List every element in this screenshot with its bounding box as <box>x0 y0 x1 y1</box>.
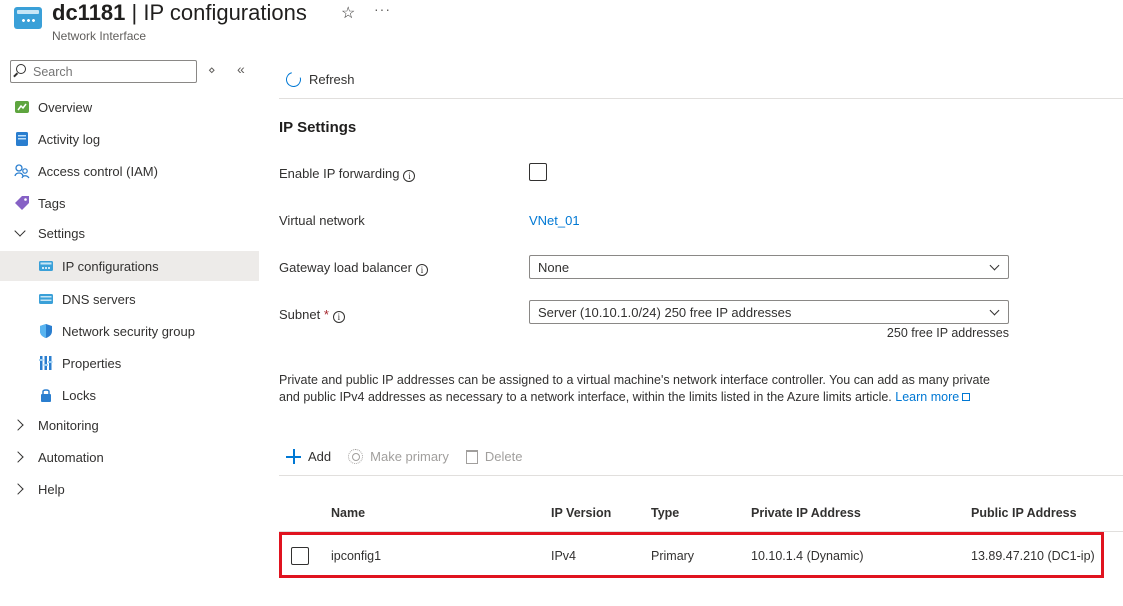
info-icon[interactable]: i <box>332 311 345 323</box>
column-header-ip-version[interactable]: IP Version <box>551 506 611 520</box>
sidebar-group-automation[interactable]: Automation <box>0 442 259 472</box>
column-header-type[interactable]: Type <box>651 506 679 520</box>
column-header-public-ip[interactable]: Public IP Address <box>971 506 1077 520</box>
actions-toolbar: Add Make primary Delete <box>286 449 539 464</box>
sidebar-item-nsg[interactable]: Network security group <box>0 316 259 346</box>
subnet-text: Subnet <box>279 307 321 322</box>
sidebar-item-ip-configurations[interactable]: IP configurations <box>0 251 259 281</box>
sidebar-item-label: DNS servers <box>62 291 136 307</box>
lock-icon <box>38 387 54 403</box>
vnet-label: Virtual network <box>279 213 365 228</box>
subnet-hint: 250 free IP addresses <box>886 326 1009 340</box>
sidebar-item-iam[interactable]: Access control (IAM) <box>0 156 259 186</box>
subnet-value: Server (10.10.1.0/24) 250 free IP addres… <box>538 305 792 320</box>
expand-collapse-icon[interactable]: ⋄ <box>208 63 216 77</box>
info-icon[interactable]: i <box>415 264 428 276</box>
gateway-lb-value: None <box>538 260 570 275</box>
sidebar-item-locks[interactable]: Locks <box>0 380 259 410</box>
refresh-button[interactable]: Refresh <box>283 69 355 90</box>
sidebar-item-properties[interactable]: Properties <box>0 348 259 378</box>
search-input[interactable] <box>33 63 193 80</box>
gear-icon <box>348 449 364 464</box>
ellipsis-icon[interactable]: ··· <box>374 1 391 17</box>
gateway-lb-dropdown[interactable]: None <box>529 255 1009 279</box>
column-header-private-ip[interactable]: Private IP Address <box>751 506 861 520</box>
subnet-dropdown[interactable]: Server (10.10.1.0/24) 250 free IP addres… <box>529 300 1009 324</box>
sidebar-item-label: Activity log <box>38 131 101 147</box>
sidebar-item-label: Properties <box>62 355 122 371</box>
trash-icon <box>465 449 478 464</box>
chevron-right-icon <box>12 483 24 495</box>
sidebar-group-settings[interactable]: Settings <box>0 218 259 248</box>
sidebar-item-tags[interactable]: Tags <box>0 188 259 218</box>
collapse-sidebar-icon[interactable]: « <box>237 61 245 77</box>
dns-icon <box>38 292 54 308</box>
resource-type: Network Interface <box>52 29 147 43</box>
iam-icon <box>14 163 30 179</box>
chevron-right-icon <box>12 419 24 431</box>
sidebar-item-dns-servers[interactable]: DNS servers <box>0 284 259 314</box>
sidebar-item-label: Settings <box>38 225 85 241</box>
make-primary-button[interactable]: Make primary <box>348 449 449 464</box>
description-text: Private and public IP addresses can be a… <box>279 372 1009 405</box>
learn-more-label: Learn more <box>895 389 960 404</box>
sidebar-item-label: Tags <box>38 195 66 211</box>
overview-icon <box>14 99 30 115</box>
ip-forwarding-label: Enable IP forwarding i <box>279 166 416 182</box>
subnet-label: Subnet * i <box>279 307 345 323</box>
sidebar-item-activity-log[interactable]: Activity log <box>0 124 259 154</box>
add-label: Add <box>308 449 332 464</box>
make-primary-label: Make primary <box>370 449 449 464</box>
activity-log-icon <box>14 131 30 147</box>
chevron-down-icon <box>989 260 1000 271</box>
sidebar-item-label: Automation <box>38 449 104 465</box>
tag-icon <box>14 195 30 211</box>
page-name: IP configurations <box>143 0 307 25</box>
section-title: IP Settings <box>279 119 357 136</box>
sidebar-item-label: Monitoring <box>38 417 99 433</box>
delete-button[interactable]: Delete <box>465 449 523 464</box>
sidebar-item-label: Locks <box>62 387 96 403</box>
gateway-lb-label: Gateway load balancer i <box>279 260 428 276</box>
resource-name: dc1181 <box>52 0 126 25</box>
search-box[interactable] <box>10 60 197 83</box>
delete-label: Delete <box>484 449 523 464</box>
sidebar-item-label: IP configurations <box>62 258 159 274</box>
description-body: Private and public IP addresses can be a… <box>279 373 990 404</box>
sidebar-item-label: Network security group <box>62 323 195 339</box>
toolbar-divider <box>279 98 1123 99</box>
shield-icon <box>38 323 54 339</box>
actions-divider <box>279 475 1123 476</box>
plus-icon <box>286 449 301 464</box>
star-icon[interactable]: ☆ <box>341 3 355 23</box>
title-separator: | <box>125 0 144 25</box>
add-button[interactable]: Add <box>286 449 331 464</box>
chevron-right-icon <box>12 451 24 463</box>
properties-icon <box>38 355 54 371</box>
ip-forwarding-checkbox[interactable] <box>529 163 547 181</box>
row-highlight-box <box>279 532 1104 578</box>
ip-config-icon <box>38 259 54 275</box>
sidebar-item-label: Help <box>38 481 65 497</box>
search-icon <box>16 64 26 74</box>
sidebar-item-label: Overview <box>38 99 93 115</box>
chevron-down-icon <box>14 225 26 237</box>
learn-more-link[interactable]: Learn more <box>895 389 971 404</box>
vnet-link[interactable]: VNet_01 <box>529 213 580 228</box>
network-interface-icon <box>14 7 42 29</box>
sidebar-group-monitoring[interactable]: Monitoring <box>0 410 259 440</box>
page-title: dc1181 | IP configurations <box>52 0 307 26</box>
info-icon[interactable]: i <box>403 170 416 182</box>
ip-forwarding-text: Enable IP forwarding <box>279 166 400 181</box>
external-link-icon <box>962 392 971 401</box>
required-marker: * <box>323 307 329 322</box>
refresh-label: Refresh <box>309 72 355 87</box>
sidebar-item-label: Access control (IAM) <box>38 163 158 179</box>
sidebar-group-help[interactable]: Help <box>0 474 259 504</box>
chevron-down-icon <box>989 305 1000 316</box>
column-header-name[interactable]: Name <box>331 506 365 520</box>
sidebar-item-overview[interactable]: Overview <box>0 92 259 122</box>
gateway-lb-text: Gateway load balancer <box>279 260 412 275</box>
refresh-icon <box>283 69 304 90</box>
